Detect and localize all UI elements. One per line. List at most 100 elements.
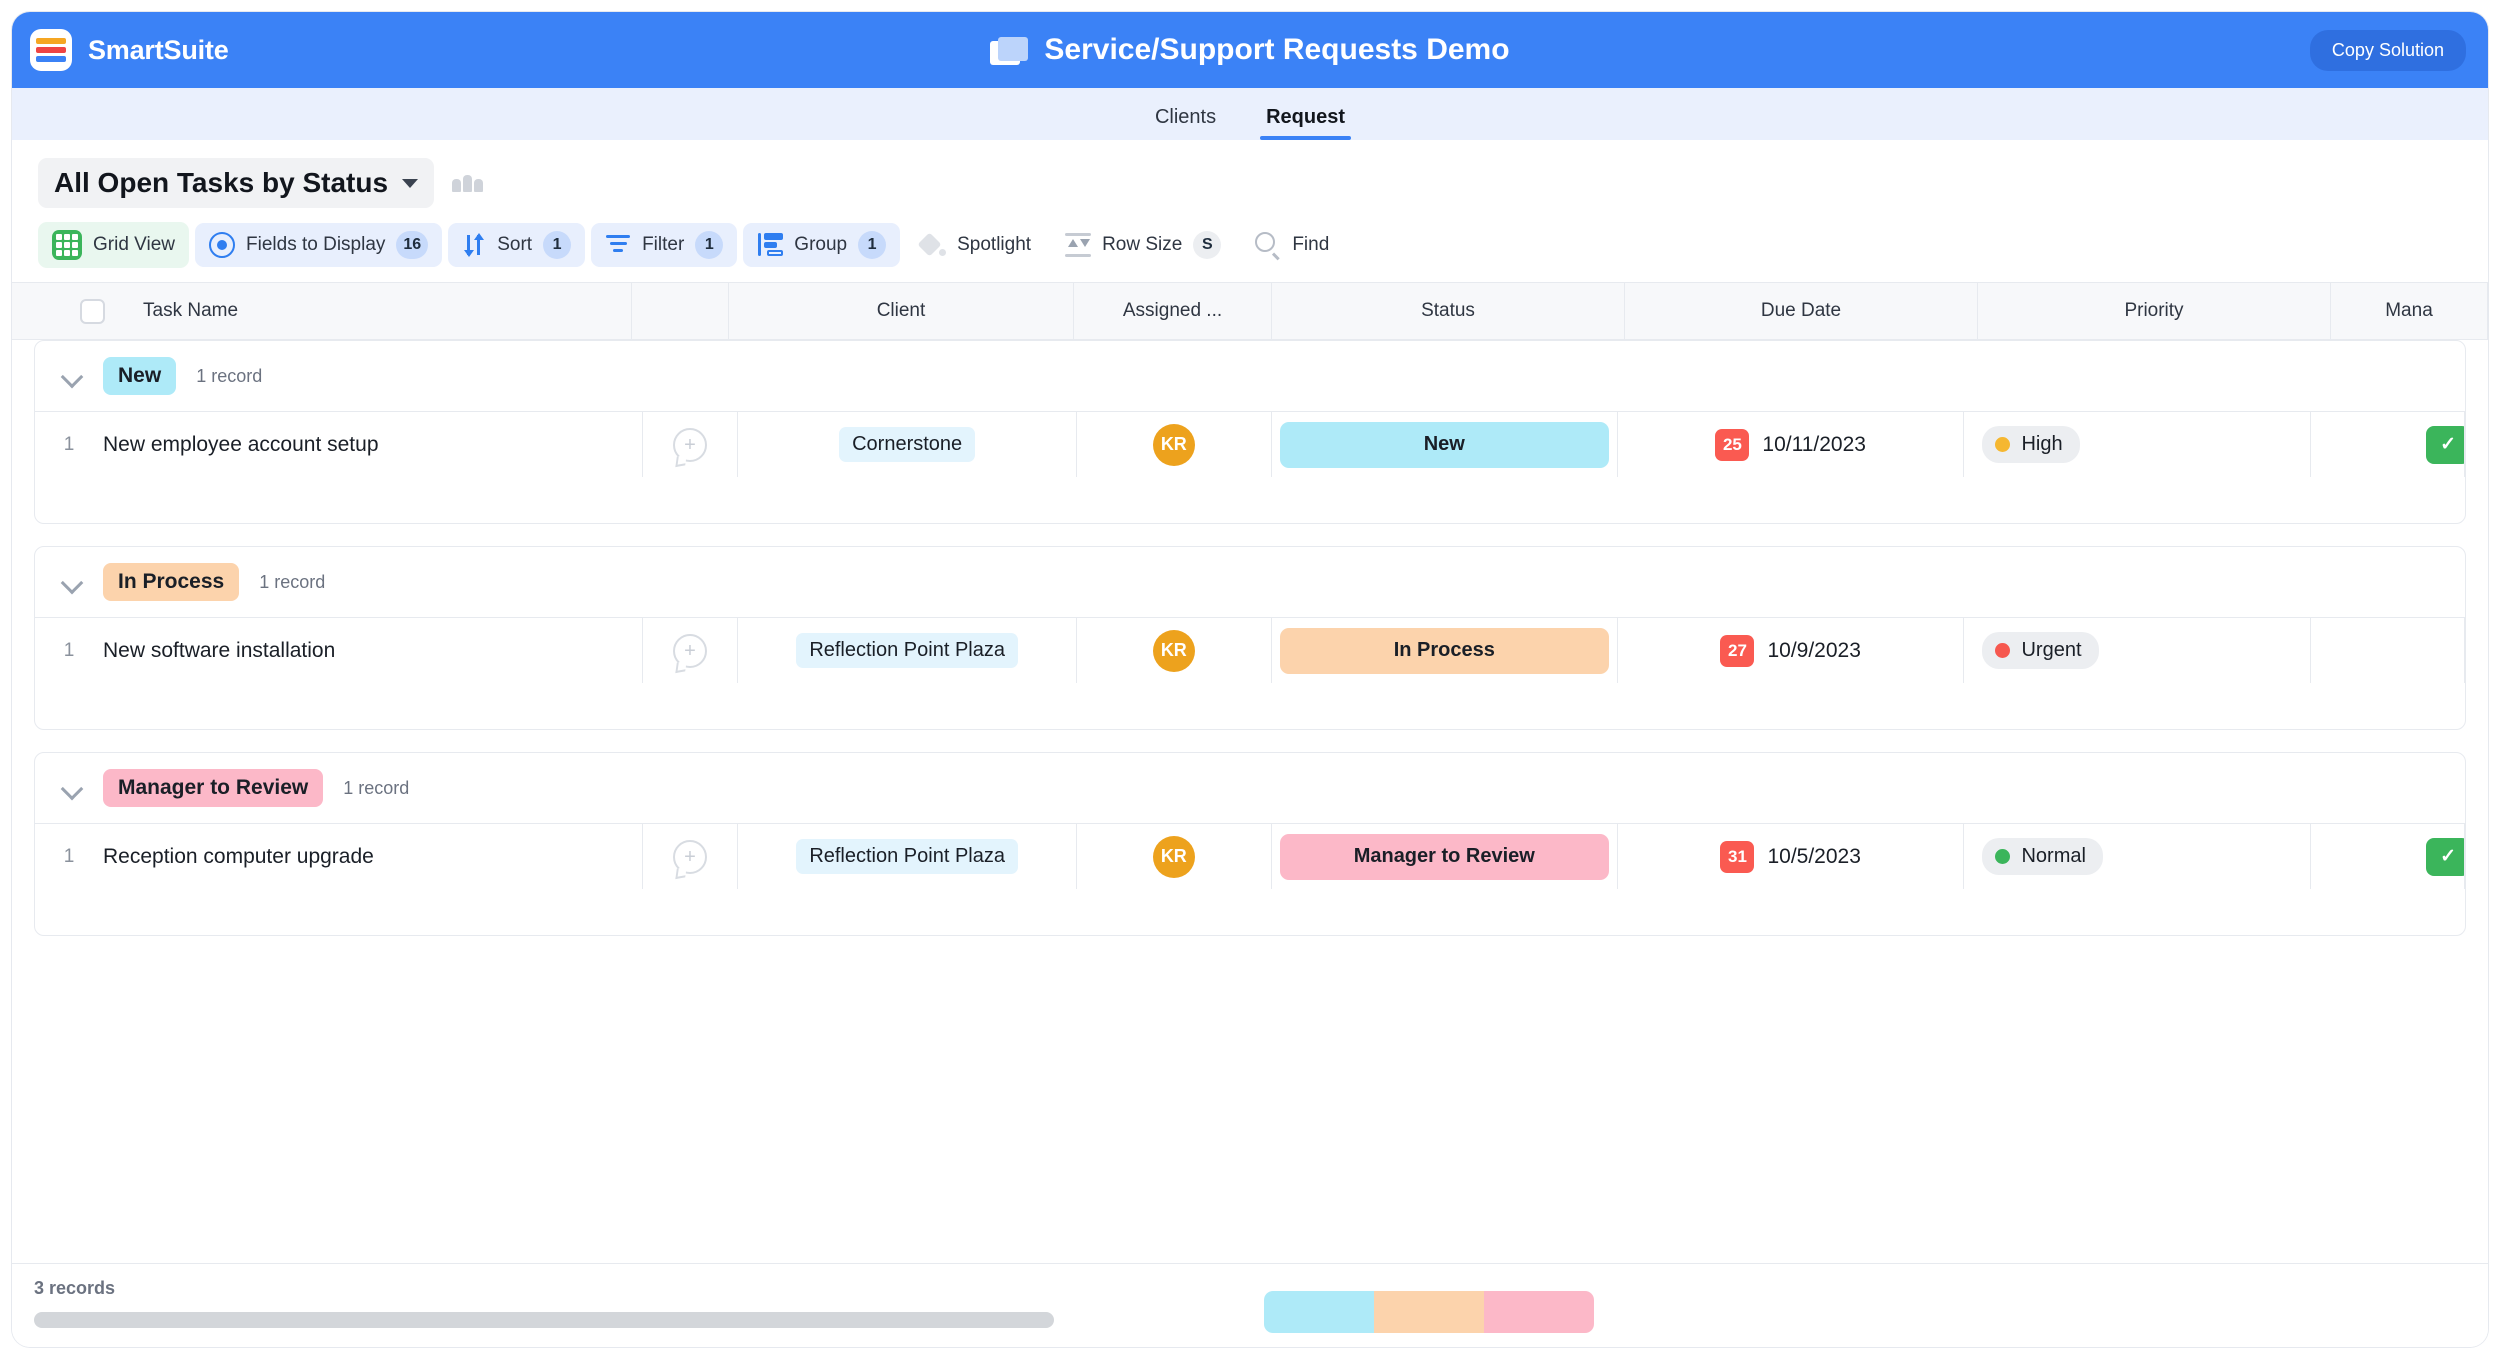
column-header-due-date[interactable]: Due Date bbox=[1625, 283, 1978, 339]
app-root: SmartSuite Service/Support Requests Demo… bbox=[0, 0, 2500, 1359]
people-icon[interactable] bbox=[452, 174, 484, 192]
column-header-comments[interactable] bbox=[632, 283, 729, 339]
avatar: KR bbox=[1152, 835, 1195, 878]
view-selector[interactable]: All Open Tasks by Status bbox=[38, 158, 435, 208]
cell-status[interactable]: New bbox=[1272, 412, 1618, 477]
filter-icon bbox=[605, 235, 631, 255]
find-button[interactable]: Find bbox=[1241, 224, 1343, 266]
cell-priority[interactable]: High bbox=[1964, 412, 2312, 477]
row-size-value-badge: S bbox=[1193, 231, 1222, 259]
client-chip: Reflection Point Plaza bbox=[796, 839, 1018, 874]
sort-label: Sort bbox=[497, 234, 533, 255]
group-manager-to-review: Manager to Review 1 record 1 Reception c… bbox=[34, 752, 2466, 936]
brand[interactable]: SmartSuite bbox=[12, 29, 229, 71]
status-badge: New bbox=[1279, 421, 1609, 468]
due-date-badge: 31 bbox=[1720, 840, 1755, 873]
cell-task-name[interactable]: 1 Reception computer upgrade bbox=[35, 824, 643, 889]
sort-icon bbox=[462, 233, 486, 257]
cell-manager[interactable]: ✓ bbox=[2311, 824, 2465, 889]
table-row[interactable]: 1 New employee account setup + Cornersto… bbox=[35, 411, 2465, 477]
group-header[interactable]: In Process 1 record bbox=[35, 547, 2465, 617]
cell-client[interactable]: Reflection Point Plaza bbox=[738, 618, 1077, 683]
cell-client[interactable]: Reflection Point Plaza bbox=[738, 824, 1077, 889]
sort-button[interactable]: Sort 1 bbox=[448, 223, 586, 267]
cell-assigned[interactable]: KR bbox=[1077, 618, 1272, 683]
select-all-checkbox[interactable] bbox=[80, 298, 105, 324]
task-name-text: Reception computer upgrade bbox=[103, 844, 374, 868]
avatar: KR bbox=[1152, 629, 1195, 672]
tab-request[interactable]: Request bbox=[1260, 106, 1351, 140]
cell-due-date[interactable]: 27 10/9/2023 bbox=[1618, 618, 1965, 683]
column-header-client-label: Client bbox=[876, 300, 926, 321]
table-row[interactable]: 1 New software installation + Reflection… bbox=[35, 617, 2465, 683]
group-count-badge: 1 bbox=[858, 231, 887, 259]
chevron-down-icon[interactable] bbox=[61, 571, 83, 593]
spotlight-button[interactable]: Spotlight bbox=[906, 225, 1045, 265]
row-size-button[interactable]: Row Size S bbox=[1051, 223, 1235, 267]
due-date-text: 10/5/2023 bbox=[1767, 844, 1861, 868]
comment-add-icon[interactable]: + bbox=[672, 427, 707, 467]
cell-comments[interactable]: + bbox=[643, 618, 739, 683]
cell-due-date[interactable]: 31 10/5/2023 bbox=[1618, 824, 1965, 889]
chevron-down-icon[interactable] bbox=[61, 777, 83, 799]
manager-approved-chip: ✓ bbox=[2426, 837, 2464, 876]
cell-status[interactable]: In Process bbox=[1272, 618, 1618, 683]
cell-manager[interactable] bbox=[2311, 618, 2465, 683]
fields-to-display-button[interactable]: Fields to Display 16 bbox=[195, 223, 443, 267]
chevron-down-icon[interactable] bbox=[61, 365, 83, 387]
priority-chip: High bbox=[1982, 426, 2080, 463]
copy-solution-button[interactable]: Copy Solution bbox=[2309, 29, 2466, 71]
column-header-task-name[interactable]: Task Name bbox=[12, 283, 632, 339]
tab-clients[interactable]: Clients bbox=[1149, 106, 1222, 140]
comment-add-icon[interactable]: + bbox=[672, 839, 707, 879]
cell-task-name[interactable]: 1 New employee account setup bbox=[35, 412, 643, 477]
cell-priority[interactable]: Normal bbox=[1964, 824, 2312, 889]
group-header[interactable]: New 1 record bbox=[35, 341, 2465, 411]
group-record-count: 1 record bbox=[343, 777, 410, 798]
client-chip: Reflection Point Plaza bbox=[796, 633, 1018, 668]
cell-comments[interactable]: + bbox=[643, 824, 739, 889]
summary-segment bbox=[1374, 1291, 1484, 1333]
column-header-manager[interactable]: Mana bbox=[2331, 283, 2488, 339]
column-header-priority[interactable]: Priority bbox=[1978, 283, 2331, 339]
find-label: Find bbox=[1292, 234, 1330, 255]
top-bar: SmartSuite Service/Support Requests Demo… bbox=[12, 12, 2488, 88]
group-in-process: In Process 1 record 1 New software insta… bbox=[34, 546, 2466, 730]
logo-stripe-1 bbox=[36, 38, 66, 44]
logo-stripe-2 bbox=[36, 47, 66, 53]
cell-status[interactable]: Manager to Review bbox=[1272, 824, 1618, 889]
page-title: Service/Support Requests Demo bbox=[1044, 33, 1510, 66]
cell-task-name[interactable]: 1 New software installation bbox=[35, 618, 643, 683]
table-row[interactable]: 1 Reception computer upgrade + Reflectio… bbox=[35, 823, 2465, 889]
priority-label: High bbox=[2021, 433, 2063, 455]
priority-label: Urgent bbox=[2021, 639, 2082, 661]
group-chip: New bbox=[103, 357, 177, 395]
cell-due-date[interactable]: 25 10/11/2023 bbox=[1618, 412, 1965, 477]
horizontal-scrollbar[interactable] bbox=[34, 1312, 1054, 1328]
cell-priority[interactable]: Urgent bbox=[1964, 618, 2312, 683]
column-header-due-date-label: Due Date bbox=[1760, 300, 1842, 321]
fields-count-badge: 16 bbox=[396, 231, 429, 259]
search-icon bbox=[1255, 232, 1281, 260]
column-header-assigned-label: Assigned ... bbox=[1122, 300, 1223, 321]
cell-comments[interactable]: + bbox=[643, 412, 739, 477]
cell-assigned[interactable]: KR bbox=[1077, 412, 1272, 477]
group-summary-bar[interactable] bbox=[1264, 1291, 1594, 1333]
sort-count-badge: 1 bbox=[543, 231, 572, 259]
cell-assigned[interactable]: KR bbox=[1077, 824, 1272, 889]
avatar: KR bbox=[1152, 423, 1195, 466]
fields-to-display-label: Fields to Display bbox=[246, 234, 386, 255]
comment-add-icon[interactable]: + bbox=[672, 633, 707, 673]
column-header-assigned[interactable]: Assigned ... bbox=[1074, 283, 1272, 339]
group-button[interactable]: Group 1 bbox=[743, 223, 901, 267]
grid-body[interactable]: New 1 record 1 New employee account setu… bbox=[12, 340, 2488, 1263]
group-header[interactable]: Manager to Review 1 record bbox=[35, 753, 2465, 823]
cell-manager[interactable]: ✓ bbox=[2311, 412, 2465, 477]
filter-button[interactable]: Filter 1 bbox=[591, 223, 738, 267]
column-header-client[interactable]: Client bbox=[729, 283, 1074, 339]
column-header-status[interactable]: Status bbox=[1272, 283, 1625, 339]
cell-client[interactable]: Cornerstone bbox=[738, 412, 1077, 477]
grid-view-label: Grid View bbox=[93, 234, 176, 255]
grid-view-button[interactable]: Grid View bbox=[38, 222, 190, 268]
